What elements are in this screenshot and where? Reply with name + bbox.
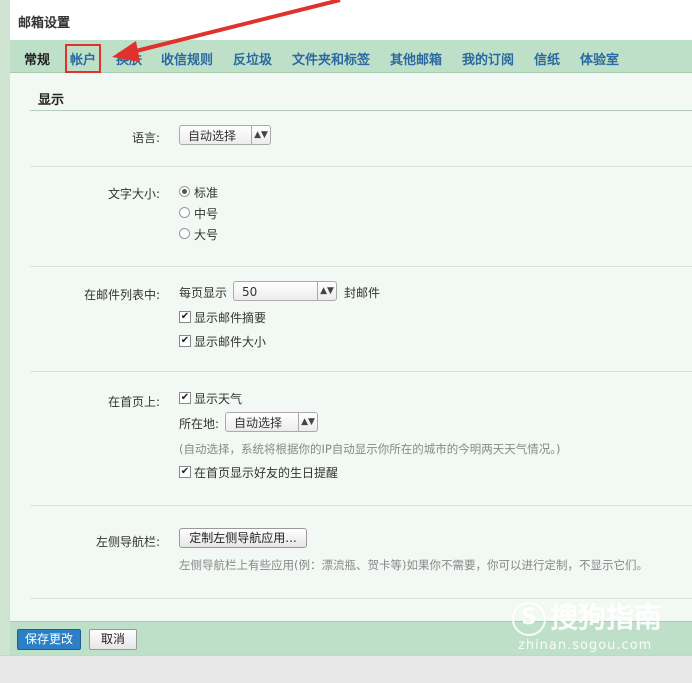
birthday-label: 在首页显示好友的生日提醒 — [194, 466, 339, 480]
show-summary-label: 显示邮件摘要 — [194, 311, 267, 325]
tab-anti-spam[interactable]: 反垃圾 — [233, 49, 272, 68]
per-page-prefix: 每页显示 — [179, 286, 228, 300]
show-size-label: 显示邮件大小 — [194, 335, 267, 349]
location-value: 自动选择 — [234, 416, 283, 430]
left-nav-label: 左侧导航栏: — [95, 535, 160, 549]
show-weather-checkbox[interactable]: ✔ — [179, 392, 191, 404]
radio-large-label: 大号 — [194, 228, 219, 242]
customize-nav-button[interactable]: 定制左侧导航应用... — [179, 528, 307, 548]
birthday-checkbox[interactable]: ✔ — [179, 466, 191, 478]
divider — [30, 371, 692, 372]
settings-content: 显示 语言: 自动选择 ▲▼ 文字大小: 标准 中号 大号 在邮件列表中: 每页… — [10, 73, 692, 621]
tab-other-mailbox[interactable]: 其他邮箱 — [390, 49, 442, 68]
tab-stationery[interactable]: 信纸 — [534, 49, 560, 68]
homepage-label: 在首页上: — [107, 395, 160, 409]
sogou-logo-icon: S — [512, 602, 546, 636]
tab-folders-labels[interactable]: 文件夹和标签 — [292, 49, 370, 68]
tab-general[interactable]: 常规 — [24, 49, 50, 68]
cancel-button[interactable]: 取消 — [89, 629, 137, 650]
left-nav-hint: 左侧导航栏上有些应用(例：漂流瓶、贺卡等)如果你不需要，你可以进行定制，不显示它… — [179, 558, 648, 572]
tab-skin[interactable]: 换肤 — [116, 49, 142, 68]
language-label: 语言: — [131, 131, 160, 145]
select-arrow-icon: ▲▼ — [251, 126, 270, 144]
select-arrow-icon: ▲▼ — [298, 413, 317, 431]
per-page-value: 50 — [242, 285, 258, 299]
bottom-bar — [0, 655, 692, 683]
tab-receive-rules[interactable]: 收信规则 — [161, 49, 213, 68]
radio-large[interactable] — [179, 228, 190, 239]
watermark-brand-text: 搜狗指南 — [550, 601, 663, 634]
radio-medium[interactable] — [179, 207, 190, 218]
show-size-checkbox[interactable]: ✔ — [179, 335, 191, 347]
per-page-suffix: 封邮件 — [344, 286, 381, 300]
location-label: 所在地: — [179, 417, 220, 431]
per-page-select[interactable]: 50 ▲▼ — [233, 281, 337, 301]
divider — [30, 505, 692, 506]
tab-lab[interactable]: 体验室 — [580, 49, 619, 68]
show-weather-label: 显示天气 — [194, 392, 243, 406]
select-arrow-icon: ▲▼ — [317, 282, 336, 300]
section-title: 显示 — [38, 93, 65, 108]
watermark-brand: S 搜狗指南 — [512, 596, 662, 636]
settings-tabs: 常规 帐户 换肤 收信规则 反垃圾 文件夹和标签 其他邮箱 我的订阅 信纸 体验… — [10, 40, 692, 73]
location-hint: (自动选择，系统将根据你的IP自动显示你所在的城市的今明两天天气情况。) — [179, 442, 561, 456]
font-size-label: 文字大小: — [107, 187, 160, 201]
mail-settings-window: 邮箱设置 常规 帐户 换肤 收信规则 反垃圾 文件夹和标签 其他邮箱 我的订阅 … — [0, 0, 692, 683]
left-strip — [0, 0, 10, 682]
radio-standard-label: 标准 — [194, 186, 219, 200]
watermark-url: zhinan.sogou.com — [518, 638, 653, 653]
show-summary-checkbox[interactable]: ✔ — [179, 311, 191, 323]
mail-list-label: 在邮件列表中: — [83, 288, 160, 302]
language-value: 自动选择 — [188, 129, 237, 143]
save-button[interactable]: 保存更改 — [17, 629, 81, 650]
tab-account[interactable]: 帐户 — [64, 44, 102, 73]
divider — [30, 266, 692, 267]
tab-subscriptions[interactable]: 我的订阅 — [462, 49, 514, 68]
sogou-watermark: S 搜狗指南 zhinan.sogou.com — [512, 596, 692, 658]
radio-medium-label: 中号 — [194, 207, 219, 221]
divider — [30, 166, 692, 167]
title-bar: 邮箱设置 — [10, 0, 692, 41]
location-select[interactable]: 自动选择 ▲▼ — [225, 412, 318, 432]
language-select[interactable]: 自动选择 ▲▼ — [179, 125, 271, 145]
section-divider — [30, 110, 692, 111]
window-title: 邮箱设置 — [18, 16, 71, 31]
radio-standard[interactable] — [179, 186, 190, 197]
